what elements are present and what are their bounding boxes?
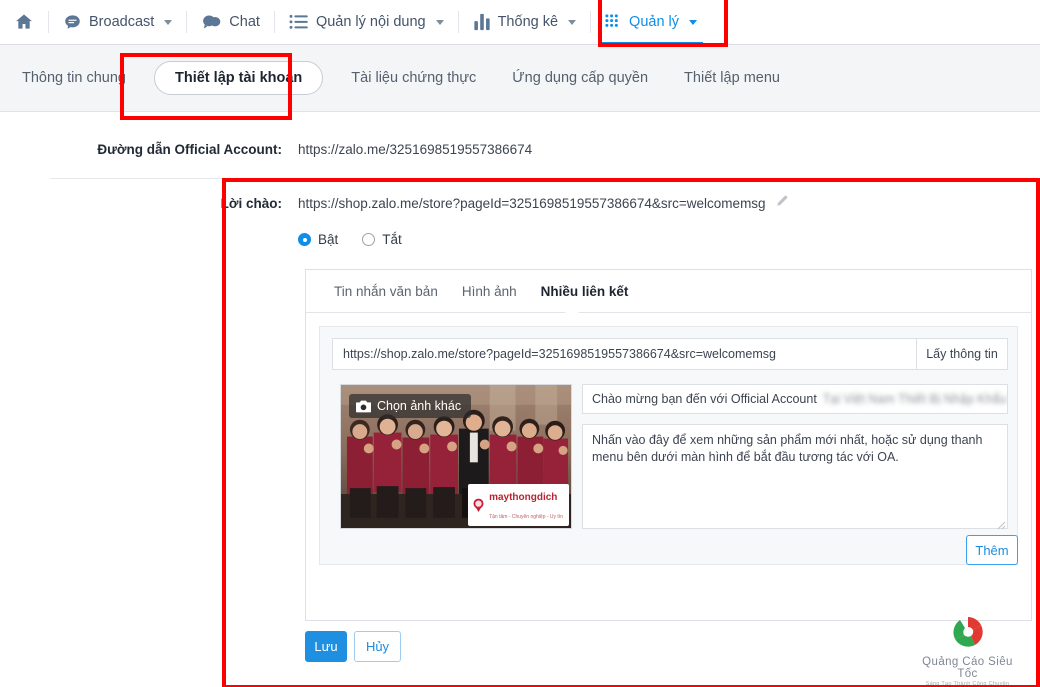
radio-bat-label: Bật xyxy=(318,232,339,247)
swirl-logo-icon xyxy=(952,617,983,647)
top-navigation-bar: Broadcast Chat Quản lý nội dung Thống kê… xyxy=(0,0,1040,45)
link-title-input[interactable]: Chào mừng bạn đến với Official Account T… xyxy=(582,384,1008,414)
image-watermark-text: maythongdich xyxy=(489,492,558,503)
image-watermark: maythongdich Tận tâm - Chuyên nghiệp - U… xyxy=(468,484,569,526)
link-description-input[interactable]: Nhấn vào đây để xem những sản phẩm mới n… xyxy=(582,424,1008,529)
broadcast-icon xyxy=(63,13,82,32)
nav-content-management[interactable]: Quản lý nội dung xyxy=(275,0,458,45)
save-button[interactable]: Lưu xyxy=(305,631,347,662)
watermark-title: Quảng Cáo Siêu Tốc xyxy=(922,656,1013,680)
chat-icon xyxy=(201,12,222,32)
radio-bat-indicator xyxy=(298,233,311,246)
cancel-button[interactable]: Hủy xyxy=(354,631,401,662)
nav-statistics-label: Thống kê xyxy=(497,14,559,30)
watermark-subtitle: Sáng Tạo Thành Công Chuyên Gia xyxy=(925,681,1010,687)
nav-statistics[interactable]: Thống kê xyxy=(459,0,590,45)
link-entry-panel: https://shop.zalo.me/store?pageId=325169… xyxy=(319,326,1018,565)
link-title-redacted: Tại Việt Nam Thiết Bị Nhập Khẩu Uy Tín xyxy=(822,392,1007,406)
chevron-down-icon xyxy=(435,19,444,25)
grid-icon xyxy=(605,13,622,31)
card-tab-bar: Tin nhắn văn bản Hình ảnh Nhiều liên kết xyxy=(306,270,1031,313)
greeting-message-card: Tin nhắn văn bản Hình ảnh Nhiều liên kết… xyxy=(305,269,1032,621)
greeting-row: Lời chào: https://shop.zalo.me/store?pag… xyxy=(0,194,1040,212)
greeting-value: https://shop.zalo.me/store?pageId=325169… xyxy=(298,195,766,211)
nav-management-label: Quản lý xyxy=(629,14,680,30)
nav-management[interactable]: Quản lý xyxy=(591,0,711,45)
card-tab-tin-nhan-van-ban[interactable]: Tin nhắn văn bản xyxy=(322,284,450,299)
secondary-tab-bar: Thông tin chung Thiết lập tài khoản Tài … xyxy=(0,45,1040,112)
camera-icon xyxy=(356,400,371,413)
nav-home[interactable] xyxy=(0,0,48,45)
textarea-resize-handle[interactable] xyxy=(996,517,1006,530)
tab-ung-dung-cap-quyen[interactable]: Ứng dụng cấp quyền xyxy=(494,45,666,112)
radio-option-bat[interactable]: Bật xyxy=(298,232,338,247)
chevron-down-icon xyxy=(689,19,698,25)
link-thumbnail[interactable]: Chọn ảnh khác maythongdich Tận tâm - Chu… xyxy=(340,384,572,529)
chevron-down-icon xyxy=(568,19,577,25)
pencil-icon[interactable] xyxy=(776,194,789,212)
app-root: Broadcast Chat Quản lý nội dung Thống kê… xyxy=(0,0,1040,687)
greeting-label: Lời chào: xyxy=(220,195,282,211)
section-divider xyxy=(50,178,990,179)
list-icon xyxy=(289,13,309,31)
image-watermark-subtext: Tận tâm - Chuyên nghiệp - Uy tín xyxy=(489,514,563,520)
home-icon xyxy=(14,12,34,32)
radio-tat-label: Tắt xyxy=(382,232,402,247)
nav-broadcast-label: Broadcast xyxy=(89,14,155,30)
tab-thiet-lap-tai-khoan[interactable]: Thiết lập tài khoản xyxy=(154,61,324,95)
main-content: Đường dẫn Official Account: https://zalo… xyxy=(0,112,1040,687)
greeting-toggle-radio-group: Bật Tắt xyxy=(298,232,402,247)
tab-thiet-lap-menu[interactable]: Thiết lập menu xyxy=(666,45,798,112)
bar-chart-icon xyxy=(473,13,491,31)
active-tab-pointer xyxy=(564,305,580,313)
link-url-input[interactable]: https://shop.zalo.me/store?pageId=325169… xyxy=(332,338,916,370)
official-account-path-label: Đường dẫn Official Account: xyxy=(97,142,282,157)
official-account-path-value: https://zalo.me/3251698519557386674 xyxy=(298,142,533,157)
official-account-path-row: Đường dẫn Official Account: https://zalo… xyxy=(0,142,1040,157)
nav-chat[interactable]: Chat xyxy=(187,0,274,45)
choose-other-image-button[interactable]: Chọn ảnh khác xyxy=(349,394,472,418)
link-url-row: https://shop.zalo.me/store?pageId=325169… xyxy=(332,338,1008,370)
link-title-value: Chào mừng bạn đến với Official Account xyxy=(592,392,817,406)
add-link-button[interactable]: Thêm xyxy=(966,535,1018,565)
tab-tai-lieu-chung-thuc[interactable]: Tài liệu chứng thực xyxy=(333,45,494,112)
nav-broadcast[interactable]: Broadcast xyxy=(49,0,186,45)
globe-pin-icon xyxy=(472,498,485,512)
chevron-down-icon xyxy=(164,19,173,25)
tab-thong-tin-chung[interactable]: Thông tin chung xyxy=(4,45,144,112)
fetch-info-button[interactable]: Lấy thông tin xyxy=(916,338,1008,370)
page-watermark: Quảng Cáo Siêu Tốc Sáng Tạo Thành Công C… xyxy=(920,615,1015,687)
radio-option-tat[interactable]: Tắt xyxy=(362,232,402,247)
nav-content-management-label: Quản lý nội dung xyxy=(315,14,426,30)
nav-chat-label: Chat xyxy=(229,14,260,30)
radio-tat-indicator xyxy=(362,233,376,246)
card-tab-hinh-anh[interactable]: Hình ảnh xyxy=(450,284,529,299)
choose-other-image-label: Chọn ảnh khác xyxy=(377,399,462,413)
card-tab-nhieu-lien-ket[interactable]: Nhiều liên kết xyxy=(529,284,641,299)
